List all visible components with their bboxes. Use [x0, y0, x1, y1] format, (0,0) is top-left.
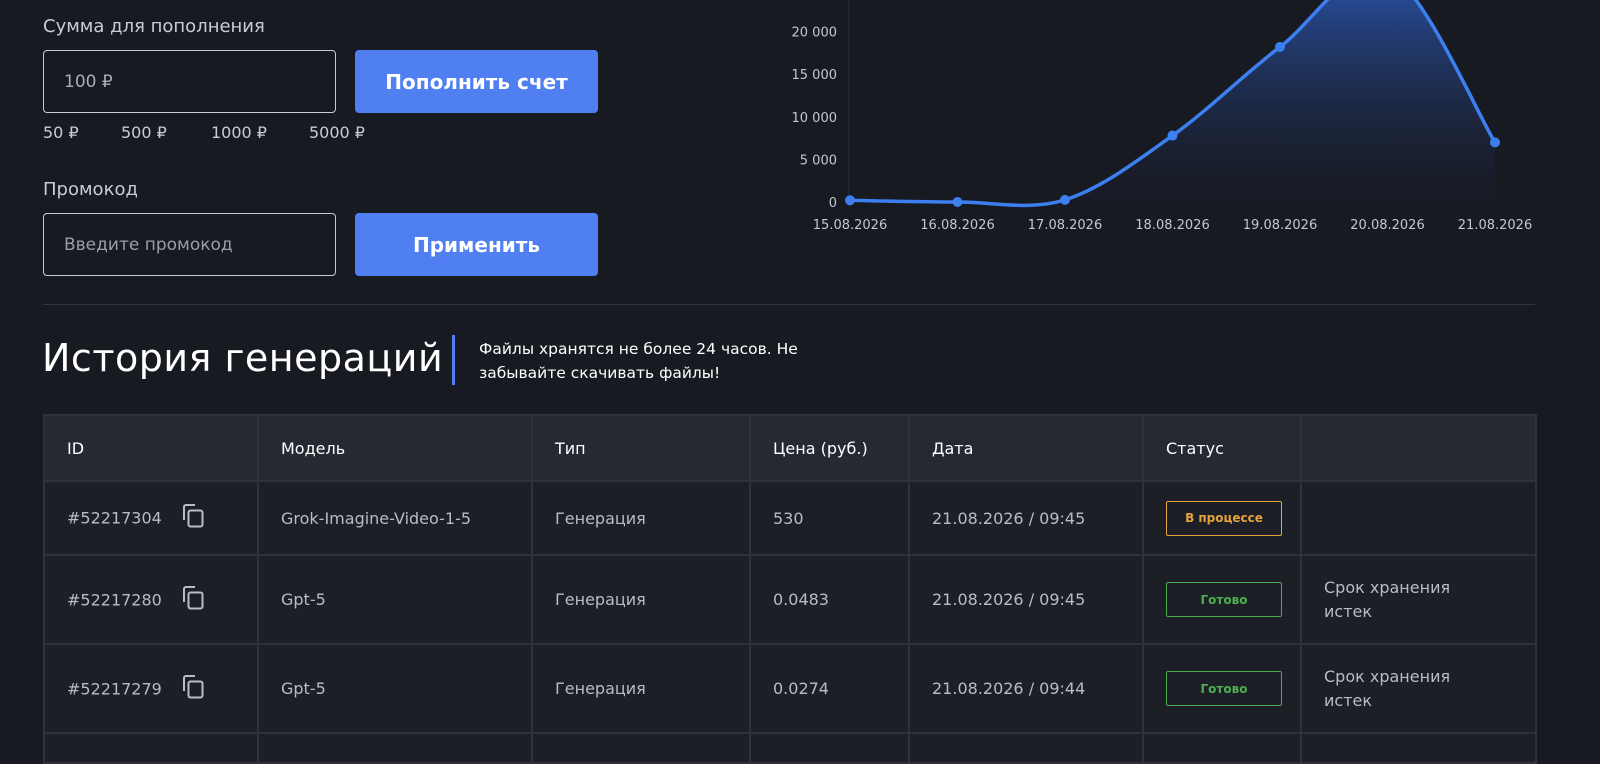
cell-id: #52217280	[43, 554, 259, 645]
x-tick-label: 17.08.2026	[1028, 218, 1102, 233]
cell-status: В процессе	[1142, 480, 1302, 556]
cell-id: #52217304	[43, 480, 259, 556]
x-tick-label: 21.08.2026	[1458, 218, 1532, 233]
data-point	[1275, 41, 1285, 52]
topup-button[interactable]: Пополнить счет	[355, 50, 598, 113]
col-header-type: Тип	[531, 414, 751, 482]
cell-price: 530	[749, 480, 910, 556]
cell-date: 21.08.2026 / 09:45	[908, 554, 1144, 645]
preset-1000-button[interactable]: 1000 ₽	[211, 123, 267, 142]
y-tick-label: 0	[829, 196, 837, 211]
table-row: #52217279 Gpt-5 Генерация 0.0274 21.08.2…	[43, 643, 1537, 734]
data-point	[952, 197, 963, 207]
cell-type: Генерация	[531, 554, 751, 645]
generation-history-table: ID Модель Тип Цена (руб.) Дата Статус #5…	[43, 414, 1537, 764]
copy-icon[interactable]	[181, 503, 205, 533]
status-badge: В процессе	[1166, 500, 1282, 536]
data-point	[1167, 130, 1178, 141]
status-badge: Готово	[1166, 671, 1282, 706]
storage-status-line-1: Срок хранения	[1324, 666, 1451, 686]
history-title: История генераций	[42, 336, 444, 380]
cell-model: Gpt-5	[257, 643, 533, 734]
col-header-model: Модель	[257, 414, 533, 482]
cell-model: Grok-Imagine-Video-1-5	[257, 480, 533, 556]
table-header-row: ID Модель Тип Цена (руб.) Дата Статус	[43, 414, 1537, 482]
generation-id: #52217280	[67, 590, 162, 609]
storage-note-line-2: забывайте скачивать файлы!	[479, 364, 721, 382]
table-row: #52217304 Grok-Imagine-Video-1-5 Генерац…	[43, 480, 1537, 556]
col-header-price: Цена (руб.)	[749, 414, 910, 482]
data-point	[1060, 194, 1070, 205]
generation-id: #52217304	[67, 508, 162, 528]
cell-model: Gpt-5	[257, 554, 533, 645]
cell-extra: Срок хранения истек	[1300, 554, 1537, 645]
storage-status-line-2: истек	[1324, 601, 1373, 621]
data-point	[845, 195, 855, 206]
spending-chart: 0 5 000 10 000 15 000 20 000 15.08.2026 16.08…	[792, 0, 1532, 233]
table-row: #52217280 Gpt-5 Генерация 0.0483 21.08.2…	[43, 554, 1537, 645]
generation-id: #52217279	[67, 679, 162, 698]
y-tick-label: 20 000	[792, 26, 838, 41]
apply-promo-button[interactable]: Применить	[355, 213, 598, 276]
note-accent-bar	[452, 335, 455, 385]
y-tick-label: 5 000	[800, 153, 837, 168]
cell-price: 0.0274	[749, 643, 910, 734]
x-tick-label: 19.08.2026	[1243, 218, 1317, 233]
storage-note-line-1: Файлы хранятся не более 24 часов. Не	[479, 340, 798, 358]
cell-status: Готово	[1142, 554, 1302, 645]
promo-label: Промокод	[43, 179, 138, 200]
storage-status-line-2: истек	[1324, 690, 1373, 710]
preset-50-button[interactable]: 50 ₽	[43, 123, 79, 142]
cell-id: #52217279	[43, 643, 259, 734]
preset-500-button[interactable]: 500 ₽	[121, 123, 167, 142]
cell-date: 21.08.2026 / 09:45	[908, 480, 1144, 556]
x-tick-label: 18.08.2026	[1135, 218, 1209, 233]
data-point	[1490, 137, 1500, 148]
cell-price: 0.0483	[749, 554, 910, 645]
cell-extra	[1300, 480, 1537, 556]
area-fill	[850, 0, 1495, 206]
preset-5000-button[interactable]: 5000 ₽	[309, 123, 365, 142]
col-header-date: Дата	[908, 414, 1144, 482]
amount-input[interactable]	[43, 50, 336, 113]
cell-type: Генерация	[531, 643, 751, 734]
col-header-actions	[1300, 414, 1537, 482]
col-header-id: ID	[43, 414, 259, 482]
cell-extra: Срок хранения истек	[1300, 643, 1537, 734]
x-tick-label: 16.08.2026	[920, 218, 994, 233]
copy-icon[interactable]	[181, 585, 205, 615]
col-header-status: Статус	[1142, 414, 1302, 482]
amount-label: Сумма для пополнения	[43, 16, 265, 37]
y-tick-label: 10 000	[792, 111, 838, 126]
cell-type: Генерация	[531, 480, 751, 556]
table-row	[43, 732, 1537, 764]
storage-note: Файлы хранятся не более 24 часов. Не заб…	[479, 337, 798, 385]
status-badge: Готово	[1166, 582, 1282, 617]
x-tick-label: 15.08.2026	[813, 218, 887, 233]
storage-status-line-1: Срок хранения	[1324, 577, 1451, 597]
y-tick-label: 15 000	[792, 68, 838, 83]
section-divider	[43, 304, 1535, 305]
cell-status: Готово	[1142, 643, 1302, 734]
x-tick-label: 20.08.2026	[1350, 218, 1424, 233]
cell-date: 21.08.2026 / 09:44	[908, 643, 1144, 734]
copy-icon[interactable]	[181, 674, 205, 704]
promo-input[interactable]	[43, 213, 336, 276]
